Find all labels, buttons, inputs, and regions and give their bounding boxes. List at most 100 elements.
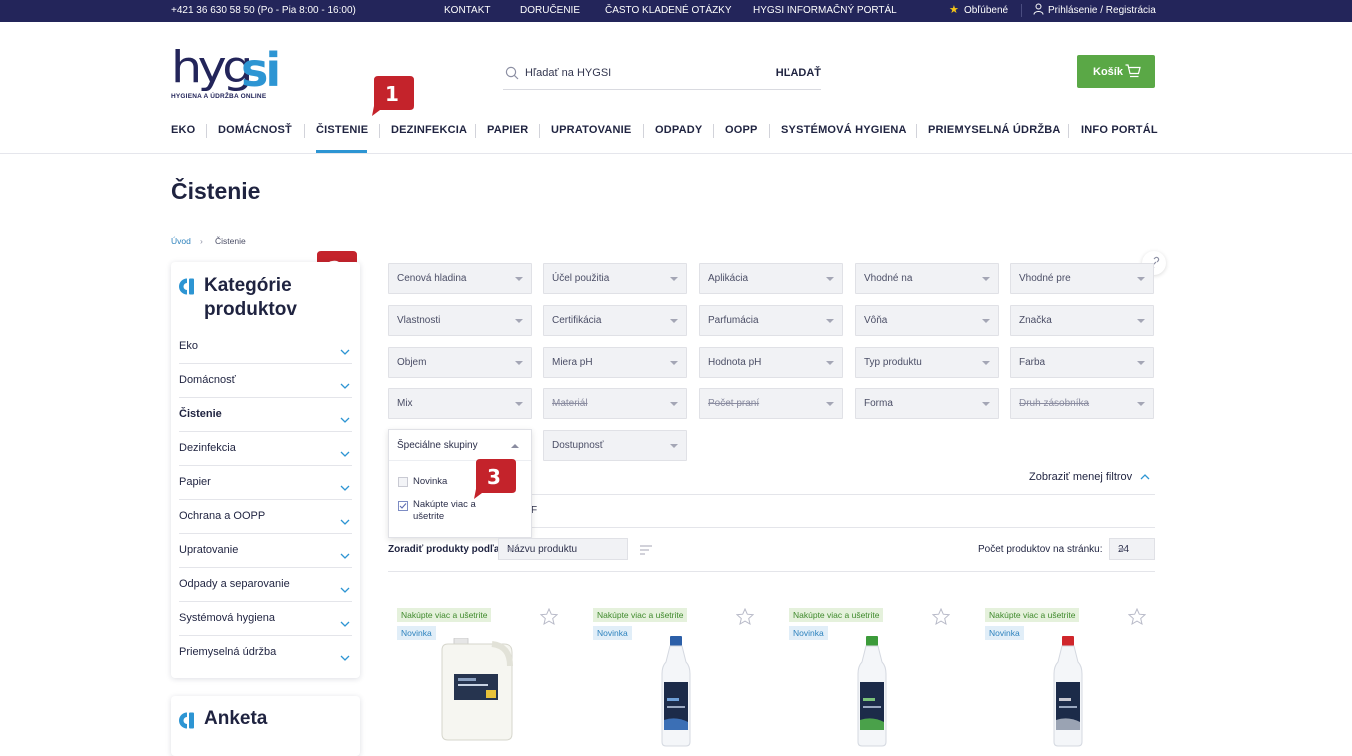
tag-buy-more: Nakúpte viac a ušetrite (397, 608, 492, 622)
nav-item-domacnost[interactable]: DOMÁCNOSŤ (218, 124, 292, 136)
product-card[interactable]: Nakúpte viac a ušetrite Novinka (584, 604, 759, 754)
chevron-down-icon[interactable] (340, 444, 350, 462)
sidebar-item-priemyselna-udrzba[interactable]: Priemyselná údržba (179, 636, 352, 670)
caret-down-icon (670, 361, 678, 365)
filter-parfumacia[interactable]: Parfumácia (699, 305, 843, 336)
chevron-down-icon[interactable] (340, 546, 350, 564)
search-input[interactable]: Hľadať na HYGSI (525, 67, 611, 79)
nav-item-info-portal[interactable]: INFO PORTÁL (1081, 124, 1158, 136)
filter-label: Parfumácia (708, 315, 759, 326)
topbar-link-dorucenie[interactable]: DORUČENIE (520, 5, 580, 16)
nav-item-upratovanie[interactable]: UPRATOVANIE (551, 124, 631, 136)
filter-typ-produktu[interactable]: Typ produktu (855, 347, 999, 378)
nav-item-odpady[interactable]: ODPADY (655, 124, 702, 136)
filter-farba[interactable]: Farba (1010, 347, 1154, 378)
filter-certifikacia[interactable]: Certifikácia (543, 305, 687, 336)
filter-aplikacia[interactable]: Aplikácia (699, 263, 843, 294)
filter-forma[interactable]: Forma (855, 388, 999, 419)
sidebar-item-upratovanie[interactable]: Upratovanie (179, 534, 352, 568)
product-card[interactable]: Nakúpte viac a ušetrite Novinka (976, 604, 1151, 754)
toggle-filters-link[interactable]: Zobraziť menej filtrov (1029, 471, 1150, 483)
sort-direction-icon[interactable] (639, 543, 653, 561)
site-logo[interactable]: hyg si HYGIENA A ÚDRŽBA ONLINE (171, 42, 281, 102)
chevron-down-icon[interactable] (340, 410, 350, 428)
topbar-link-favorites[interactable]: Obľúbené (964, 5, 1008, 16)
badge-number: 1 (385, 82, 399, 106)
caret-down-icon (1118, 548, 1126, 552)
filter-ucel-pouzitia[interactable]: Účel použitia (543, 263, 687, 294)
filter-label: Vlastnosti (397, 315, 441, 326)
product-card[interactable]: Nakúpte viac a ušetrite Novinka (780, 604, 955, 754)
filter-vlastnosti[interactable]: Vlastnosti (388, 305, 532, 336)
filter-label: Mix (397, 398, 413, 409)
filter-vhodne-na[interactable]: Vhodné na (855, 263, 999, 294)
filter-pocet-prani: Počet praní (699, 388, 843, 419)
nav-item-papier[interactable]: PAPIER (487, 124, 528, 136)
caret-down-icon (1137, 361, 1145, 365)
user-icon (1033, 3, 1044, 18)
checkbox-label[interactable]: Nakúpte viac a ušetrite (413, 499, 485, 523)
filter-label: Forma (864, 398, 893, 409)
sidebar-item-dezinfekcia[interactable]: Dezinfekcia (179, 432, 352, 466)
caret-down-icon (1137, 319, 1145, 323)
sidebar-item-odpady[interactable]: Odpady a separovanie (179, 568, 352, 602)
filter-vona[interactable]: Vôňa (855, 305, 999, 336)
sort-select[interactable]: Názvu produktu (498, 538, 628, 560)
checkbox-novinka[interactable] (398, 477, 408, 487)
sidebar-item-ochrana-oopp[interactable]: Ochrana a OOPP (179, 500, 352, 534)
filter-znacka[interactable]: Značka (1010, 305, 1154, 336)
sidebar-item-eko[interactable]: Eko (179, 330, 352, 364)
chevron-down-icon[interactable] (340, 512, 350, 530)
caret-down-icon (670, 444, 678, 448)
nav-item-systemova-hygiena[interactable]: SYSTÉMOVÁ HYGIENA (781, 124, 907, 136)
cart-button[interactable]: Košík (1077, 55, 1155, 88)
filter-objem[interactable]: Objem (388, 347, 532, 378)
tag-new: Novinka (985, 626, 1024, 640)
caret-down-icon (1137, 402, 1145, 406)
chevron-down-icon[interactable] (340, 376, 350, 394)
cart-label: Košík (1093, 66, 1123, 78)
checkbox-nakupte-viac[interactable] (398, 501, 408, 511)
favorite-star-icon[interactable] (735, 607, 755, 630)
chevron-up-icon (1140, 474, 1150, 480)
favorite-star-icon[interactable] (931, 607, 951, 630)
filter-mix[interactable]: Mix (388, 388, 532, 419)
chevron-down-icon[interactable] (340, 648, 350, 666)
chevron-down-icon[interactable] (340, 614, 350, 632)
search-bar: Hľadať na HYGSI HĽADAŤ (503, 58, 821, 90)
breadcrumb-home[interactable]: Úvod (171, 236, 191, 246)
nav-item-priemyselna-udrzba[interactable]: PRIEMYSELNÁ ÚDRŽBA (928, 124, 1061, 136)
sidebar-item-domacnost[interactable]: Domácnosť (179, 364, 352, 398)
checkbox-label[interactable]: Novinka (413, 476, 447, 488)
chevron-down-icon[interactable] (340, 342, 350, 360)
favorite-star-icon[interactable] (539, 607, 559, 630)
topbar-link-info-portal[interactable]: HYGSI INFORMAČNÝ PORTÁL (753, 5, 897, 16)
nav-item-oopp[interactable]: OOPP (725, 124, 758, 136)
topbar-link-kontakt[interactable]: KONTAKT (444, 5, 490, 16)
topbar-link-login[interactable]: Prihlásenie / Registrácia (1048, 5, 1156, 16)
chevron-down-icon[interactable] (340, 478, 350, 496)
poll-title: Anketa (204, 708, 268, 729)
filter-miera-ph[interactable]: Miera pH (543, 347, 687, 378)
sidebar-item-papier[interactable]: Papier (179, 466, 352, 500)
caret-up-icon[interactable] (511, 444, 519, 448)
sidebar-item-label: Dezinfekcia (179, 442, 236, 454)
nav-item-eko[interactable]: EKO (171, 124, 195, 136)
nav-item-dezinfekcia[interactable]: DEZINFEKCIA (391, 124, 467, 136)
chevron-down-icon[interactable] (340, 580, 350, 598)
annotation-badge-3: 3 (472, 459, 516, 499)
filter-cenova-hladina[interactable]: Cenová hladina (388, 263, 532, 294)
nav-item-cistenie[interactable]: ČISTENIE (316, 124, 368, 136)
filter-hodnota-ph[interactable]: Hodnota pH (699, 347, 843, 378)
filter-label: Typ produktu (864, 357, 922, 368)
filter-dostupnost[interactable]: Dostupnosť (543, 430, 687, 461)
dropdown-header[interactable]: Špeciálne skupiny (397, 440, 478, 451)
favorite-star-icon[interactable] (1127, 607, 1147, 630)
sidebar-item-systemova-hygiena[interactable]: Systémová hygiena (179, 602, 352, 636)
filter-vhodne-pre[interactable]: Vhodné pre (1010, 263, 1154, 294)
product-card[interactable]: Nakúpte viac a ušetrite Novinka (388, 604, 563, 754)
per-page-select[interactable]: 24 (1109, 538, 1155, 560)
topbar-link-faq[interactable]: ČASTO KLADENÉ OTÁZKY (605, 5, 732, 16)
search-button[interactable]: HĽADAŤ (776, 67, 821, 79)
sidebar-item-cistenie[interactable]: Čistenie (179, 398, 352, 432)
